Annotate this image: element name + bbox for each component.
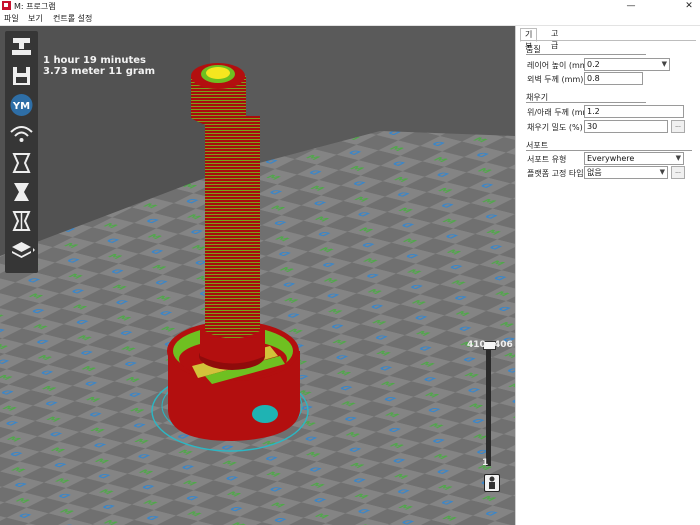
chevron-down-icon: ▼ bbox=[659, 168, 665, 176]
layer-max-label: 410 bbox=[467, 340, 486, 350]
3d-viewport[interactable]: ᗡ M bbox=[0, 26, 515, 525]
app-icon bbox=[2, 1, 11, 10]
support-type-select[interactable]: Everywhere ▼ bbox=[584, 152, 684, 165]
menu-file[interactable]: 파일 bbox=[4, 13, 19, 24]
fill-density-field[interactable]: 30 bbox=[584, 120, 668, 133]
layer-height-label: 레이어 높이 (mm) bbox=[527, 61, 591, 70]
window-title: M: 프로그램 bbox=[14, 2, 56, 11]
layers-icon[interactable] bbox=[8, 238, 35, 262]
layer-min-label: 1 bbox=[482, 458, 489, 468]
print-time: 1 hour 19 minutes bbox=[43, 55, 146, 66]
tool-palette: YM bbox=[5, 31, 38, 273]
tab-advanced[interactable]: 고급 bbox=[547, 28, 562, 50]
chevron-down-icon: ▼ bbox=[675, 154, 681, 162]
layer-view-button[interactable] bbox=[484, 474, 500, 492]
fill-density-label: 채우기 밀도 (%) bbox=[527, 123, 583, 132]
printer-icon[interactable] bbox=[8, 35, 35, 59]
fill-more-button[interactable]: ... bbox=[671, 120, 685, 133]
tab-divider bbox=[520, 40, 696, 41]
close-button[interactable]: ✕ bbox=[682, 0, 696, 12]
quality-divider bbox=[526, 54, 646, 55]
slice-icon[interactable] bbox=[8, 151, 35, 175]
platform-adhesion-value: 없음 bbox=[587, 168, 602, 177]
top-bottom-thickness-field[interactable]: 1.2 bbox=[584, 105, 684, 118]
support-divider bbox=[526, 150, 692, 151]
platform-adhesion-label: 플랫폼 고정 타입 bbox=[527, 169, 584, 178]
scene: ᗡ M bbox=[0, 26, 515, 525]
chevron-down-icon: ▼ bbox=[661, 60, 667, 68]
support-icon[interactable] bbox=[8, 209, 35, 233]
ym-logo-text: YM bbox=[12, 101, 30, 112]
layer-height-value: 0.2 bbox=[587, 60, 600, 69]
platform-adhesion-select[interactable]: 없음 ▼ bbox=[584, 166, 668, 179]
title-bar: M: 프로그램 — ✕ bbox=[0, 0, 700, 12]
support-more-button[interactable]: ... bbox=[671, 166, 685, 179]
person-icon bbox=[489, 476, 495, 489]
settings-panel: 기본 고급 품질 레이어 높이 (mm) 0.2 ▼ 외벽 두께 (mm) 0.… bbox=[515, 26, 700, 525]
layer-current-label: 406 bbox=[494, 340, 513, 350]
print-estimate: 1 hour 19 minutes 3.73 meter 11 gram bbox=[43, 55, 155, 77]
shell-thickness-field[interactable]: 0.8 bbox=[584, 72, 643, 85]
print-material: 3.73 meter 11 gram bbox=[43, 66, 155, 77]
shell-thickness-label: 외벽 두께 (mm) bbox=[527, 75, 584, 84]
menu-bar: 파일 보기 컨트롤 설정 bbox=[0, 12, 700, 26]
print-mode-icon[interactable] bbox=[8, 180, 35, 204]
minimize-button[interactable]: — bbox=[624, 0, 638, 12]
menu-control-settings[interactable]: 컨트롤 설정 bbox=[53, 13, 92, 24]
wifi-icon[interactable] bbox=[8, 122, 35, 146]
layer-slider-track[interactable] bbox=[486, 348, 491, 466]
ym-logo[interactable]: YM bbox=[8, 93, 35, 117]
layer-height-field[interactable]: 0.2 ▼ bbox=[584, 58, 670, 71]
support-type-label: 서포트 유형 bbox=[527, 155, 567, 164]
support-type-value: Everywhere bbox=[587, 154, 635, 163]
menu-view[interactable]: 보기 bbox=[28, 13, 43, 24]
save-icon[interactable] bbox=[8, 64, 35, 88]
fill-divider bbox=[526, 102, 646, 103]
